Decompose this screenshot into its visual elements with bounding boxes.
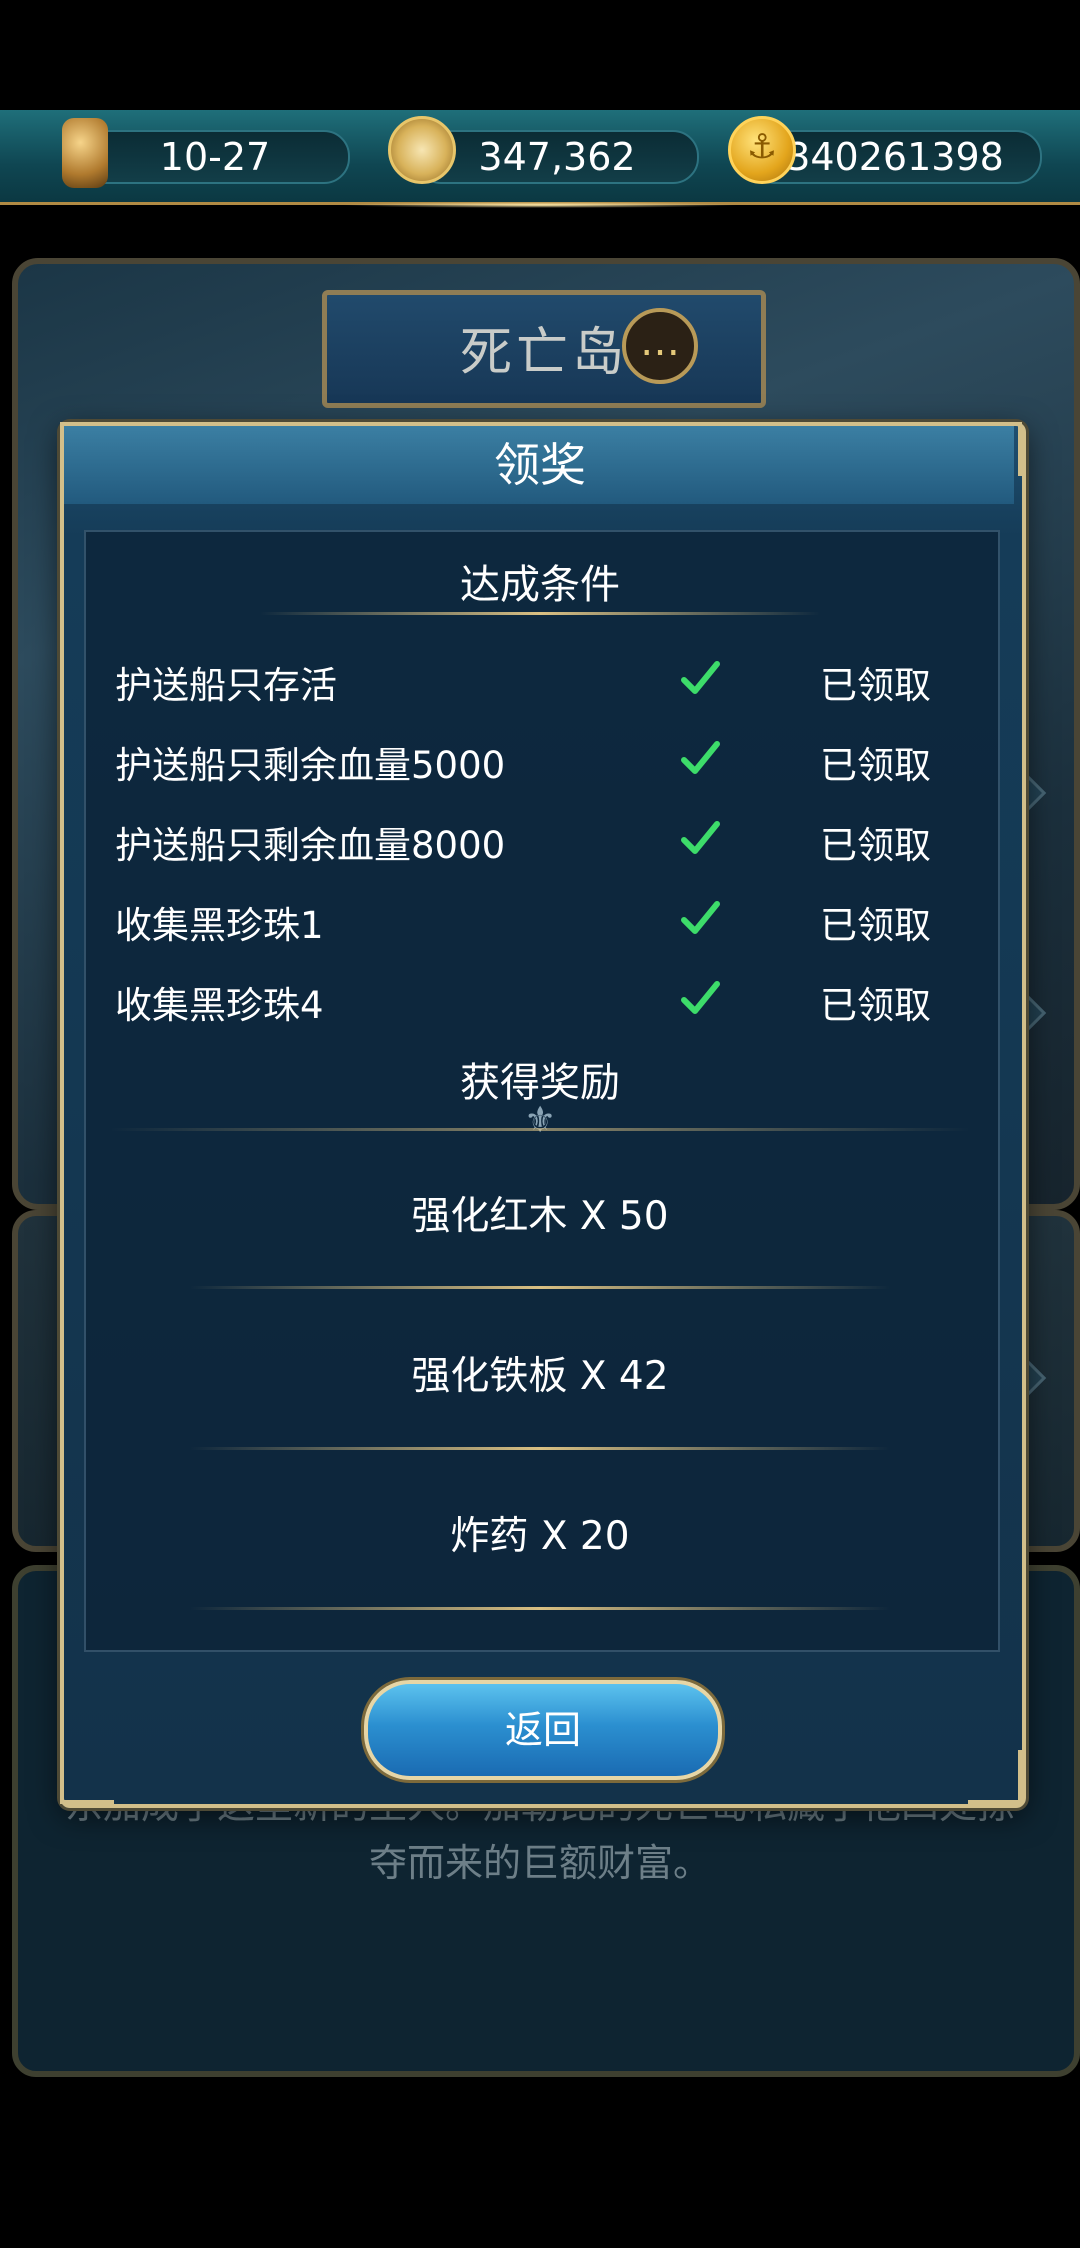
check-icon xyxy=(681,661,720,694)
condition-label: 护送船只存活 xyxy=(115,664,337,707)
condition-status: 已领取 xyxy=(820,664,931,707)
frame-corner-decoration xyxy=(60,1750,114,1804)
island-title: 死亡岛 xyxy=(460,323,629,383)
fleur-ornament-icon: ⚜ xyxy=(524,1100,557,1141)
check-icon xyxy=(681,981,720,1014)
condition-status: 已领取 xyxy=(820,744,931,787)
reward-divider xyxy=(190,1286,890,1289)
condition-status: 已领取 xyxy=(820,824,931,867)
reward-item: 强化红木 X 50 xyxy=(411,1194,669,1239)
compass-resource-value: 347,362 xyxy=(415,130,699,184)
reward-item: 炸药 X 20 xyxy=(450,1514,630,1559)
anchor-coin-icon[interactable]: ⚓ xyxy=(728,116,796,184)
reward-divider xyxy=(190,1447,890,1450)
reward-item: 强化铁板 X 42 xyxy=(411,1354,669,1399)
check-icon xyxy=(681,901,720,934)
dialog-title: 领奖 xyxy=(494,438,586,492)
compass-icon[interactable] xyxy=(388,116,456,184)
condition-label: 收集黑珍珠1 xyxy=(115,904,324,947)
condition-status: 已领取 xyxy=(820,984,931,1027)
condition-label: 收集黑珍珠4 xyxy=(115,984,324,1027)
back-button[interactable]: 返回 xyxy=(364,1680,722,1780)
condition-label: 护送船只剩余血量5000 xyxy=(115,744,506,787)
reward-divider xyxy=(190,1607,890,1610)
frame-corner-decoration xyxy=(60,422,114,476)
rewards-divider xyxy=(110,1128,970,1131)
check-icon xyxy=(681,821,720,854)
date-display: 10-27 xyxy=(80,130,350,184)
resource-bar: 10-27 347,362 340261398 ⚓ xyxy=(0,110,1080,208)
check-icon xyxy=(681,741,720,774)
condition-status: 已领取 xyxy=(820,904,931,947)
heading-divider xyxy=(260,612,820,615)
conditions-heading: 达成条件 xyxy=(460,562,620,608)
frame-corner-decoration xyxy=(968,1750,1022,1804)
hourglass-icon xyxy=(62,118,108,188)
condition-label: 护送船只剩余血量8000 xyxy=(115,824,506,867)
chat-icon[interactable]: … xyxy=(622,308,698,384)
frame-corner-decoration xyxy=(968,422,1022,476)
